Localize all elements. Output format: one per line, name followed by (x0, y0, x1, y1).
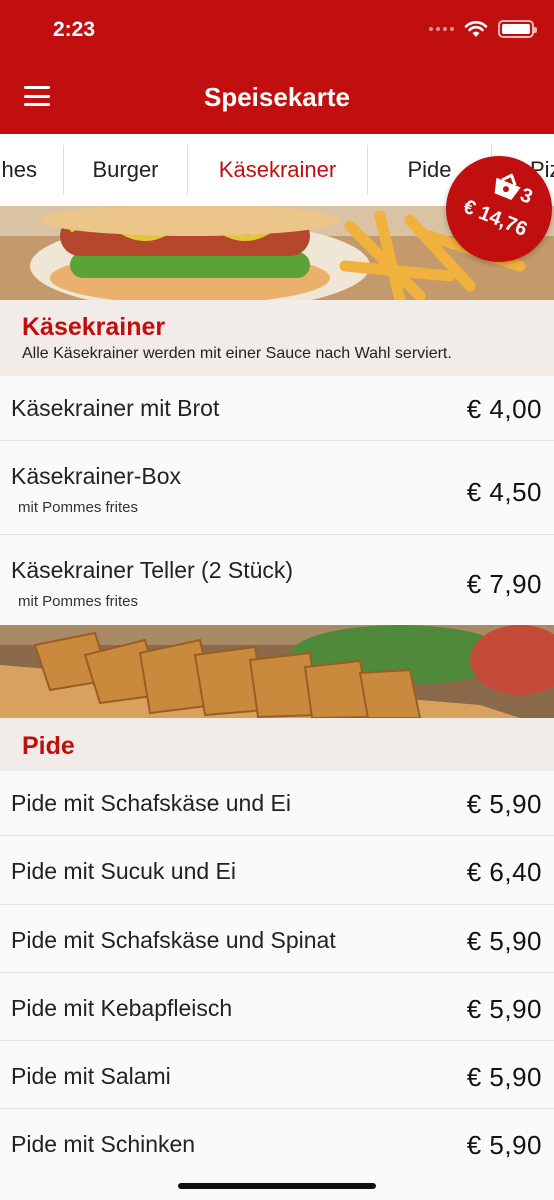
item-subtitle: mit Pommes frites (18, 593, 139, 610)
item-price: € 5,90 (466, 1062, 542, 1092)
menu-item-row[interactable]: Käsekrainer Teller (2 Stück) mit Pommes … (0, 535, 554, 625)
home-indicator[interactable] (178, 1183, 376, 1189)
item-price: € 5,90 (466, 926, 542, 956)
item-name: Käsekrainer-Box (11, 463, 182, 489)
tab-burger[interactable]: Burger (64, 145, 188, 195)
tab-kaesekrainer[interactable]: Käsekrainer (188, 145, 368, 195)
item-price: € 5,90 (466, 994, 542, 1024)
menu-item-row[interactable]: Pide mit Kebapfleisch € 5,90 (0, 973, 554, 1041)
menu-item-row[interactable]: Käsekrainer-Box mit Pommes frites € 4,50 (0, 441, 554, 535)
wifi-icon (464, 21, 488, 37)
page-title: Speisekarte (204, 82, 350, 112)
cart-total: € 14,76 (460, 195, 531, 241)
item-price: € 7,90 (466, 569, 542, 599)
section-header-pide: Pide (0, 718, 554, 771)
item-name: Pide mit Salami (11, 1063, 171, 1089)
cellular-signal-icon (429, 27, 454, 31)
tab-partial-left[interactable]: hes (0, 145, 64, 195)
item-price: € 5,90 (466, 1130, 542, 1160)
menu-item-row[interactable]: Pide mit Schafskäse und Ei € 5,90 (0, 771, 554, 836)
section-title: Pide (22, 732, 75, 760)
battery-icon (498, 20, 537, 38)
section-title: Käsekrainer (22, 313, 166, 341)
item-name: Pide mit Schafskäse und Spinat (11, 927, 336, 953)
menu-item-row[interactable]: Pide mit Sucuk und Ei € 6,40 (0, 836, 554, 905)
status-time: 2:23 (53, 18, 96, 41)
item-name: Pide mit Schafskäse und Ei (11, 790, 291, 816)
item-subtitle: mit Pommes frites (18, 499, 139, 516)
section-header-kaesekrainer: Käsekrainer Alle Käsekrainer werden mit … (0, 300, 554, 376)
item-name: Käsekrainer mit Brot (11, 395, 220, 421)
item-name: Pide mit Sucuk und Ei (11, 858, 237, 884)
item-price: € 6,40 (466, 857, 542, 887)
app-bar: 2:23 Speisekarte (0, 0, 554, 134)
item-name: Käsekrainer Teller (2 Stück) (11, 557, 294, 583)
item-price: € 4,50 (466, 477, 542, 507)
item-name: Pide mit Kebapfleisch (11, 995, 233, 1021)
pide-banner-image (0, 625, 554, 718)
item-price: € 4,00 (466, 394, 542, 424)
cart-button[interactable]: 3 € 14,76 (446, 156, 552, 262)
menu-item-row[interactable]: Käsekrainer mit Brot € 4,00 (0, 376, 554, 441)
menu-item-row[interactable]: Pide mit Schafskäse und Spinat € 5,90 (0, 905, 554, 973)
menu-item-row[interactable]: Pide mit Salami € 5,90 (0, 1041, 554, 1109)
section-description: Alle Käsekrainer werden mit einer Sauce … (22, 345, 452, 362)
status-icons (429, 20, 537, 38)
item-price: € 5,90 (466, 789, 542, 819)
item-name: Pide mit Schinken (11, 1131, 196, 1157)
